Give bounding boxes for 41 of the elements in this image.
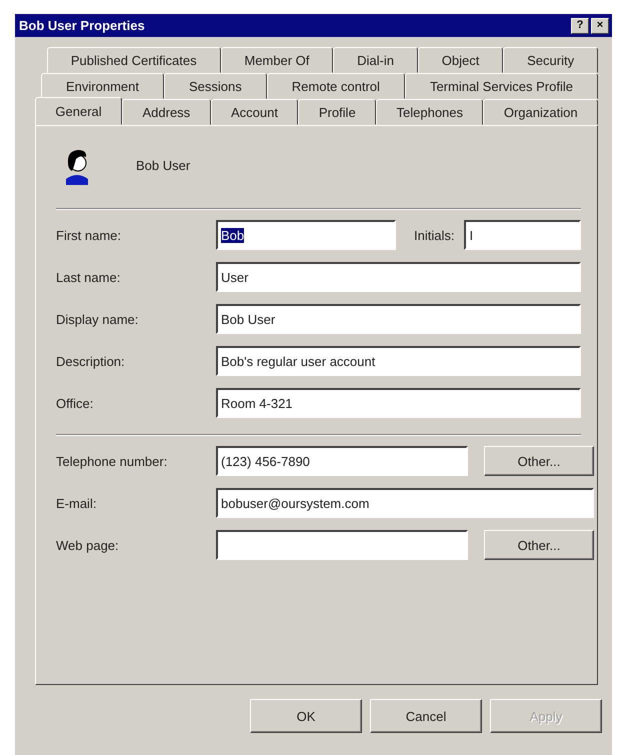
tab[interactable]: Dial-in [333, 47, 418, 73]
input-field[interactable]: bobuser@oursystem.com [216, 488, 594, 518]
field-label: Initials: [414, 228, 454, 242]
field-label: Telephone number: [56, 454, 168, 468]
tab[interactable]: Member Of [220, 47, 334, 73]
tab[interactable]: Profile [298, 99, 376, 125]
tab[interactable]: Account [210, 99, 298, 125]
input-field[interactable]: User [216, 262, 581, 292]
dialog-button[interactable]: Cancel [370, 699, 482, 733]
close-button[interactable]: × [591, 18, 609, 34]
field-label: Display name: [56, 312, 140, 326]
tab[interactable]: Sessions [164, 73, 267, 99]
input-field[interactable]: Bob User [216, 304, 581, 334]
tab[interactable]: Security [503, 47, 598, 73]
tab[interactable]: Address [122, 99, 211, 125]
input-field[interactable] [216, 530, 468, 560]
other-button[interactable]: Other... [484, 446, 594, 476]
help-button[interactable]: ? [571, 18, 589, 34]
field-label: Web page: [56, 538, 120, 552]
other-button[interactable]: Other... [484, 530, 594, 560]
tab[interactable]: General [35, 97, 122, 125]
tab[interactable]: Environment [41, 73, 164, 99]
window-title: Bob User Properties [19, 18, 145, 33]
field-label: Office: [56, 396, 94, 410]
tab[interactable]: Remote control [266, 73, 405, 99]
tab[interactable]: Terminal Services Profile [404, 73, 598, 99]
tab[interactable]: Telephones [376, 99, 484, 125]
dialog-button[interactable]: OK [250, 699, 362, 733]
field-label: Description: [56, 354, 126, 368]
input-field[interactable]: (123) 456-7890 [216, 446, 468, 476]
input-field[interactable]: I [464, 220, 581, 250]
tab[interactable]: Organization [483, 99, 598, 125]
user-name: Bob User [136, 158, 190, 172]
input-field[interactable]: Bob [216, 220, 396, 250]
input-field[interactable]: Bob's regular user account [216, 346, 581, 376]
field-label: Last name: [56, 270, 122, 284]
tab[interactable]: Object [418, 47, 504, 73]
field-label: E-mail: [56, 496, 98, 510]
field-label: First name: [56, 228, 122, 242]
tab[interactable]: Published Certificates [47, 47, 220, 73]
input-field[interactable]: Room 4-321 [216, 388, 581, 418]
